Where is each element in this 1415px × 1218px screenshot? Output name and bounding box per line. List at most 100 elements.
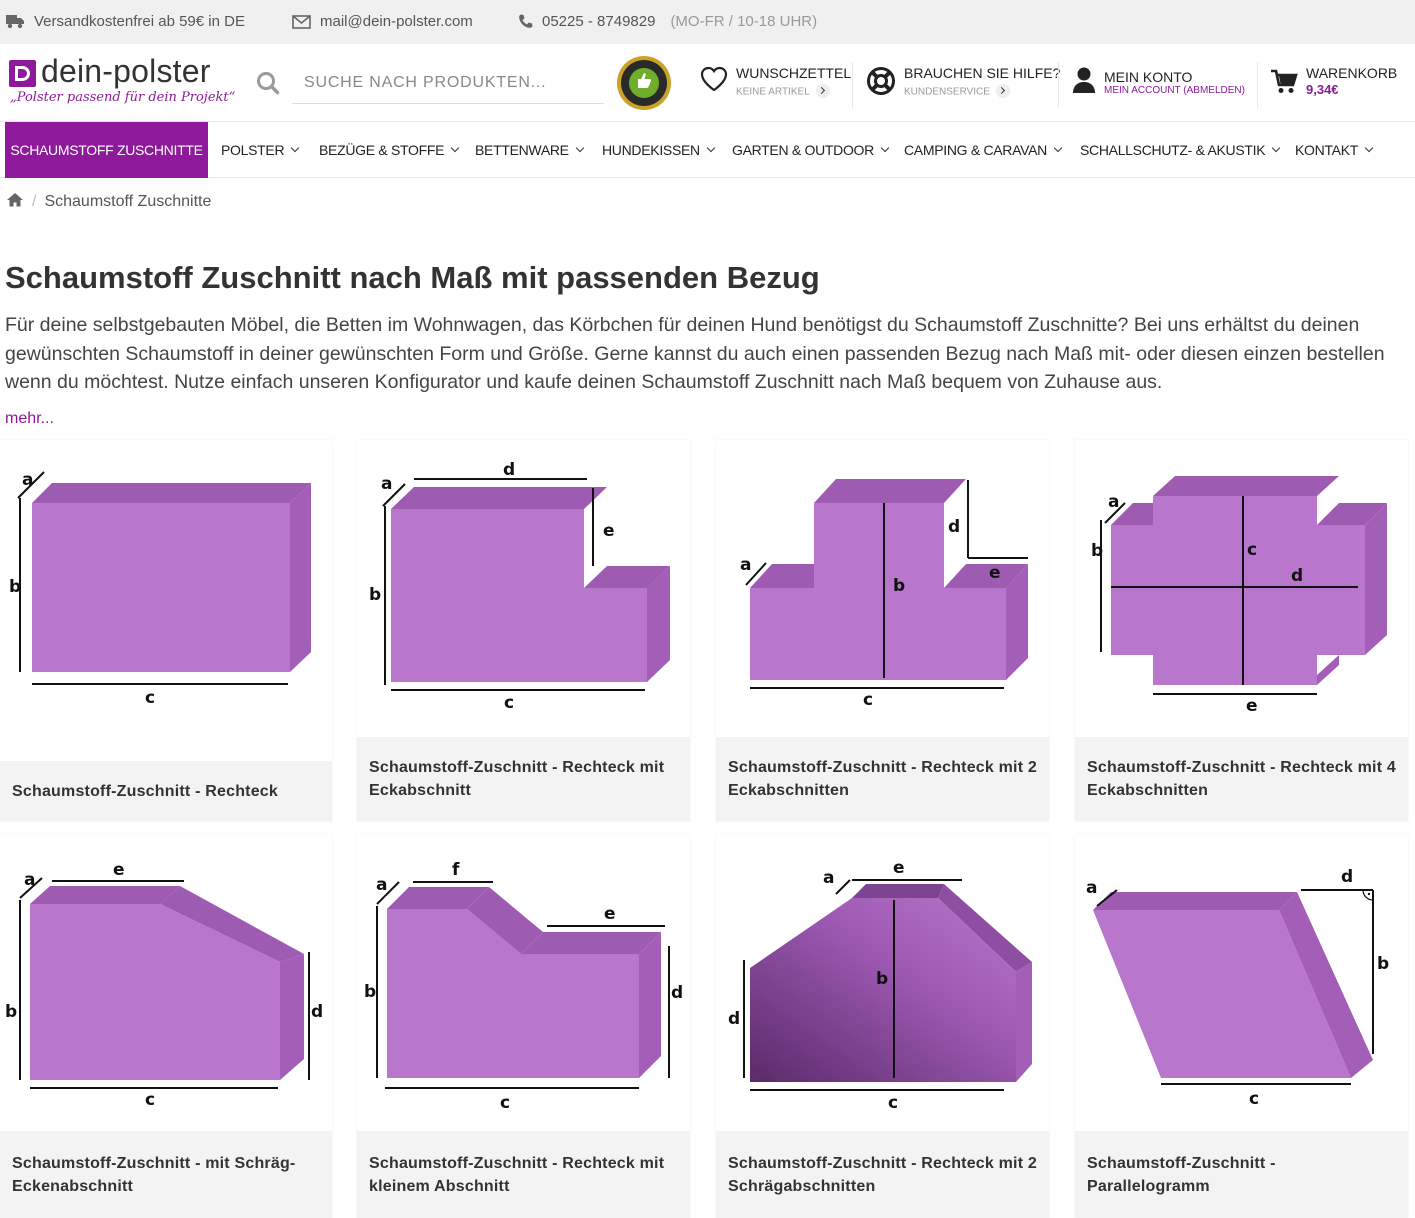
wishlist-link[interactable]: WUNSCHZETTEL KEINE ARTIKEL [700,62,851,108]
account-link[interactable]: MEIN KONTO MEIN ACCOUNT (ABMELDEN) [1072,62,1257,108]
shipping-info: Versandkostenfrei ab 59€ in DE [6,13,245,30]
phone-hours: (MO-FR / 10-18 UHR) [670,13,818,30]
more-link[interactable]: mehr... [5,410,54,428]
dim-label-a: a [1108,492,1119,512]
envelope-icon [292,14,311,29]
product-card-rechteck-eckabschnitt[interactable]: a b c d e Schaumstoff-Zuschnitt - Rechte… [357,440,690,821]
foam-diagram-kleiner-abschnitt: a b c d e f [364,860,683,1113]
dim-label-d: d [728,1009,740,1029]
foam-diagram-2-eckabschnitte: a b c d e [740,479,1028,710]
product-title[interactable]: Schaumstoff-Zuschnitt - Rechteck [0,761,332,821]
product-image: a b c d [1075,834,1408,1130]
foam-diagram-parallelogramm: a b c d [1086,867,1389,1109]
dim-label-e: e [989,563,1001,583]
nav-item-hundekissen[interactable]: HUNDEKISSEN [602,122,716,178]
shipping-text: Versandkostenfrei ab 59€ in DE [34,13,245,30]
account-sub[interactable]: MEIN ACCOUNT (ABMELDEN) [1104,85,1245,96]
dim-label-d: d [503,460,515,480]
dim-label-a: a [823,868,834,888]
email-info[interactable]: mail@dein-polster.com [292,13,473,30]
chevron-right-icon [815,84,830,98]
nav-label: GARTEN & OUTDOOR [732,142,874,158]
nav-item-bettenware[interactable]: BETTENWARE [475,122,584,178]
dim-label-a: a [381,474,392,494]
dim-label-c: c [1247,540,1257,560]
dim-label-d: d [671,983,683,1003]
main-navigation: SCHAUMSTOFF ZUSCHNITTE POLSTER BEZÜGE & … [0,121,1415,178]
product-title[interactable]: Schaumstoff-Zuschnitt - Rechteck mit 4 E… [1075,737,1408,821]
nav-item-garten-outdoor[interactable]: GARTEN & OUTDOOR [732,122,890,178]
phone-number[interactable]: 05225 - 8749829 [542,13,655,30]
dim-label-e: e [604,904,616,924]
help-label: BRAUCHEN SIE HILFE? [904,65,1061,81]
product-title[interactable]: Schaumstoff-Zuschnitt - Rechteck mit Eck… [357,737,690,821]
email-link[interactable]: mail@dein-polster.com [320,13,473,30]
account-label: MEIN KONTO [1104,69,1193,85]
dim-label-a: a [376,875,387,895]
cart-total: 9,34€ [1306,82,1339,97]
chevron-down-icon [1272,143,1281,153]
phone-icon [518,14,533,29]
truck-icon [6,14,25,29]
product-card-kleiner-abschnitt[interactable]: a b c d e f Schaumstoff-Zuschnitt - Rech… [357,834,690,1218]
dim-label-c: c [500,1093,510,1113]
logo[interactable]: dein-polster „Polster passend für dein P… [9,53,239,107]
foam-diagram-rechteck: a b c [9,470,311,708]
chevron-down-icon [880,143,890,153]
product-card-parallelogramm[interactable]: a b c d Schaumstoff-Zuschnitt - Parallel… [1075,834,1408,1218]
product-card-rechteck[interactable]: a b c Schaumstoff-Zuschnitt - Rechteck [0,440,332,821]
dim-label-b: b [893,576,905,596]
ekomi-seal[interactable] [616,55,672,111]
nav-item-camping-caravan[interactable]: CAMPING & CARAVAN [904,122,1063,178]
top-bar: Versandkostenfrei ab 59€ in DE mail@dein… [0,0,1415,44]
logo-slogan: „Polster passend für dein Projekt“ [10,90,236,105]
cart-label: WARENKORB [1306,65,1398,81]
cart-link[interactable]: WARENKORB 9,34€ [1270,62,1410,108]
breadcrumb: / Schaumstoff Zuschnitte [6,192,211,212]
dim-label-a: a [24,870,35,890]
product-title[interactable]: Schaumstoff-Zuschnitt - mit Schräg-Ecken… [0,1131,332,1218]
search-input[interactable] [292,62,604,104]
nav-item-schallschutz-akustik[interactable]: SCHALLSCHUTZ- & AKUSTIK [1080,122,1281,178]
wishlist-count: KEINE ARTIKEL [736,86,810,98]
heart-icon [700,66,728,97]
dim-label-a: a [22,470,33,490]
dim-label-b: b [9,577,21,597]
home-icon[interactable] [6,192,24,212]
intro-text: Für deine selbstgebauten Möbel, die Bett… [5,314,1385,393]
nav-label: SCHALLSCHUTZ- & AKUSTIK [1080,142,1266,158]
nav-item-polster[interactable]: POLSTER [221,122,300,178]
chevron-down-icon [291,143,300,153]
dim-label-e: e [113,860,125,880]
foam-diagram-schraeg: a b c d e [5,860,323,1110]
product-card-rechteck-4-eckabschnitte[interactable]: a b c d e Schaumstoff-Zuschnitt - Rechte… [1075,440,1408,821]
nav-item-bezuege-stoffe[interactable]: BEZÜGE & STOFFE [319,122,460,178]
help-link[interactable]: BRAUCHEN SIE HILFE? KUNDENSERVICE [866,62,1060,108]
help-sub: KUNDENSERVICE [904,84,1010,99]
search-icon[interactable] [256,71,280,100]
product-image: a b c [0,440,332,760]
dim-label-b: b [1091,541,1103,561]
wishlist-sub: KEINE ARTIKEL [736,84,830,99]
nav-label: SCHAUMSTOFF ZUSCHNITTE [10,142,203,158]
dim-label-c: c [145,688,155,708]
dim-label-d: d [1341,867,1353,887]
dim-label-c: c [145,1090,155,1110]
dim-label-b: b [369,585,381,605]
product-title[interactable]: Schaumstoff-Zuschnitt - Rechteck mit 2 E… [716,737,1049,821]
product-title[interactable]: Schaumstoff-Zuschnitt - Rechteck mit kle… [357,1131,690,1218]
phone-info[interactable]: 05225 - 8749829 (MO-FR / 10-18 UHR) [518,13,817,30]
dim-label-e: e [603,521,615,541]
product-card-2-schraegabschnitte[interactable]: a b c d e Schaumstoff-Zuschnitt - Rechte… [716,834,1049,1218]
page-title: Schaumstoff Zuschnitt nach Maß mit passe… [5,260,820,295]
breadcrumb-current: Schaumstoff Zuschnitte [44,193,212,210]
foam-diagram-2-schraeg: a b c d e [728,858,1032,1113]
dim-label-b: b [5,1002,17,1022]
nav-item-kontakt[interactable]: KONTAKT [1295,122,1374,178]
product-card-schraeg-eckenabschnitt[interactable]: a b c d e Schaumstoff-Zuschnitt - mit Sc… [0,834,332,1218]
dim-label-c: c [863,690,873,710]
product-title[interactable]: Schaumstoff-Zuschnitt - Parallelogramm [1075,1131,1408,1218]
product-card-rechteck-2-eckabschnitte[interactable]: a b c d e Schaumstoff-Zuschnitt - Rechte… [716,440,1049,821]
product-title[interactable]: Schaumstoff-Zuschnitt - Rechteck mit 2 S… [716,1131,1049,1218]
nav-item-schaumstoff-zuschnitte[interactable]: SCHAUMSTOFF ZUSCHNITTE [5,122,208,178]
